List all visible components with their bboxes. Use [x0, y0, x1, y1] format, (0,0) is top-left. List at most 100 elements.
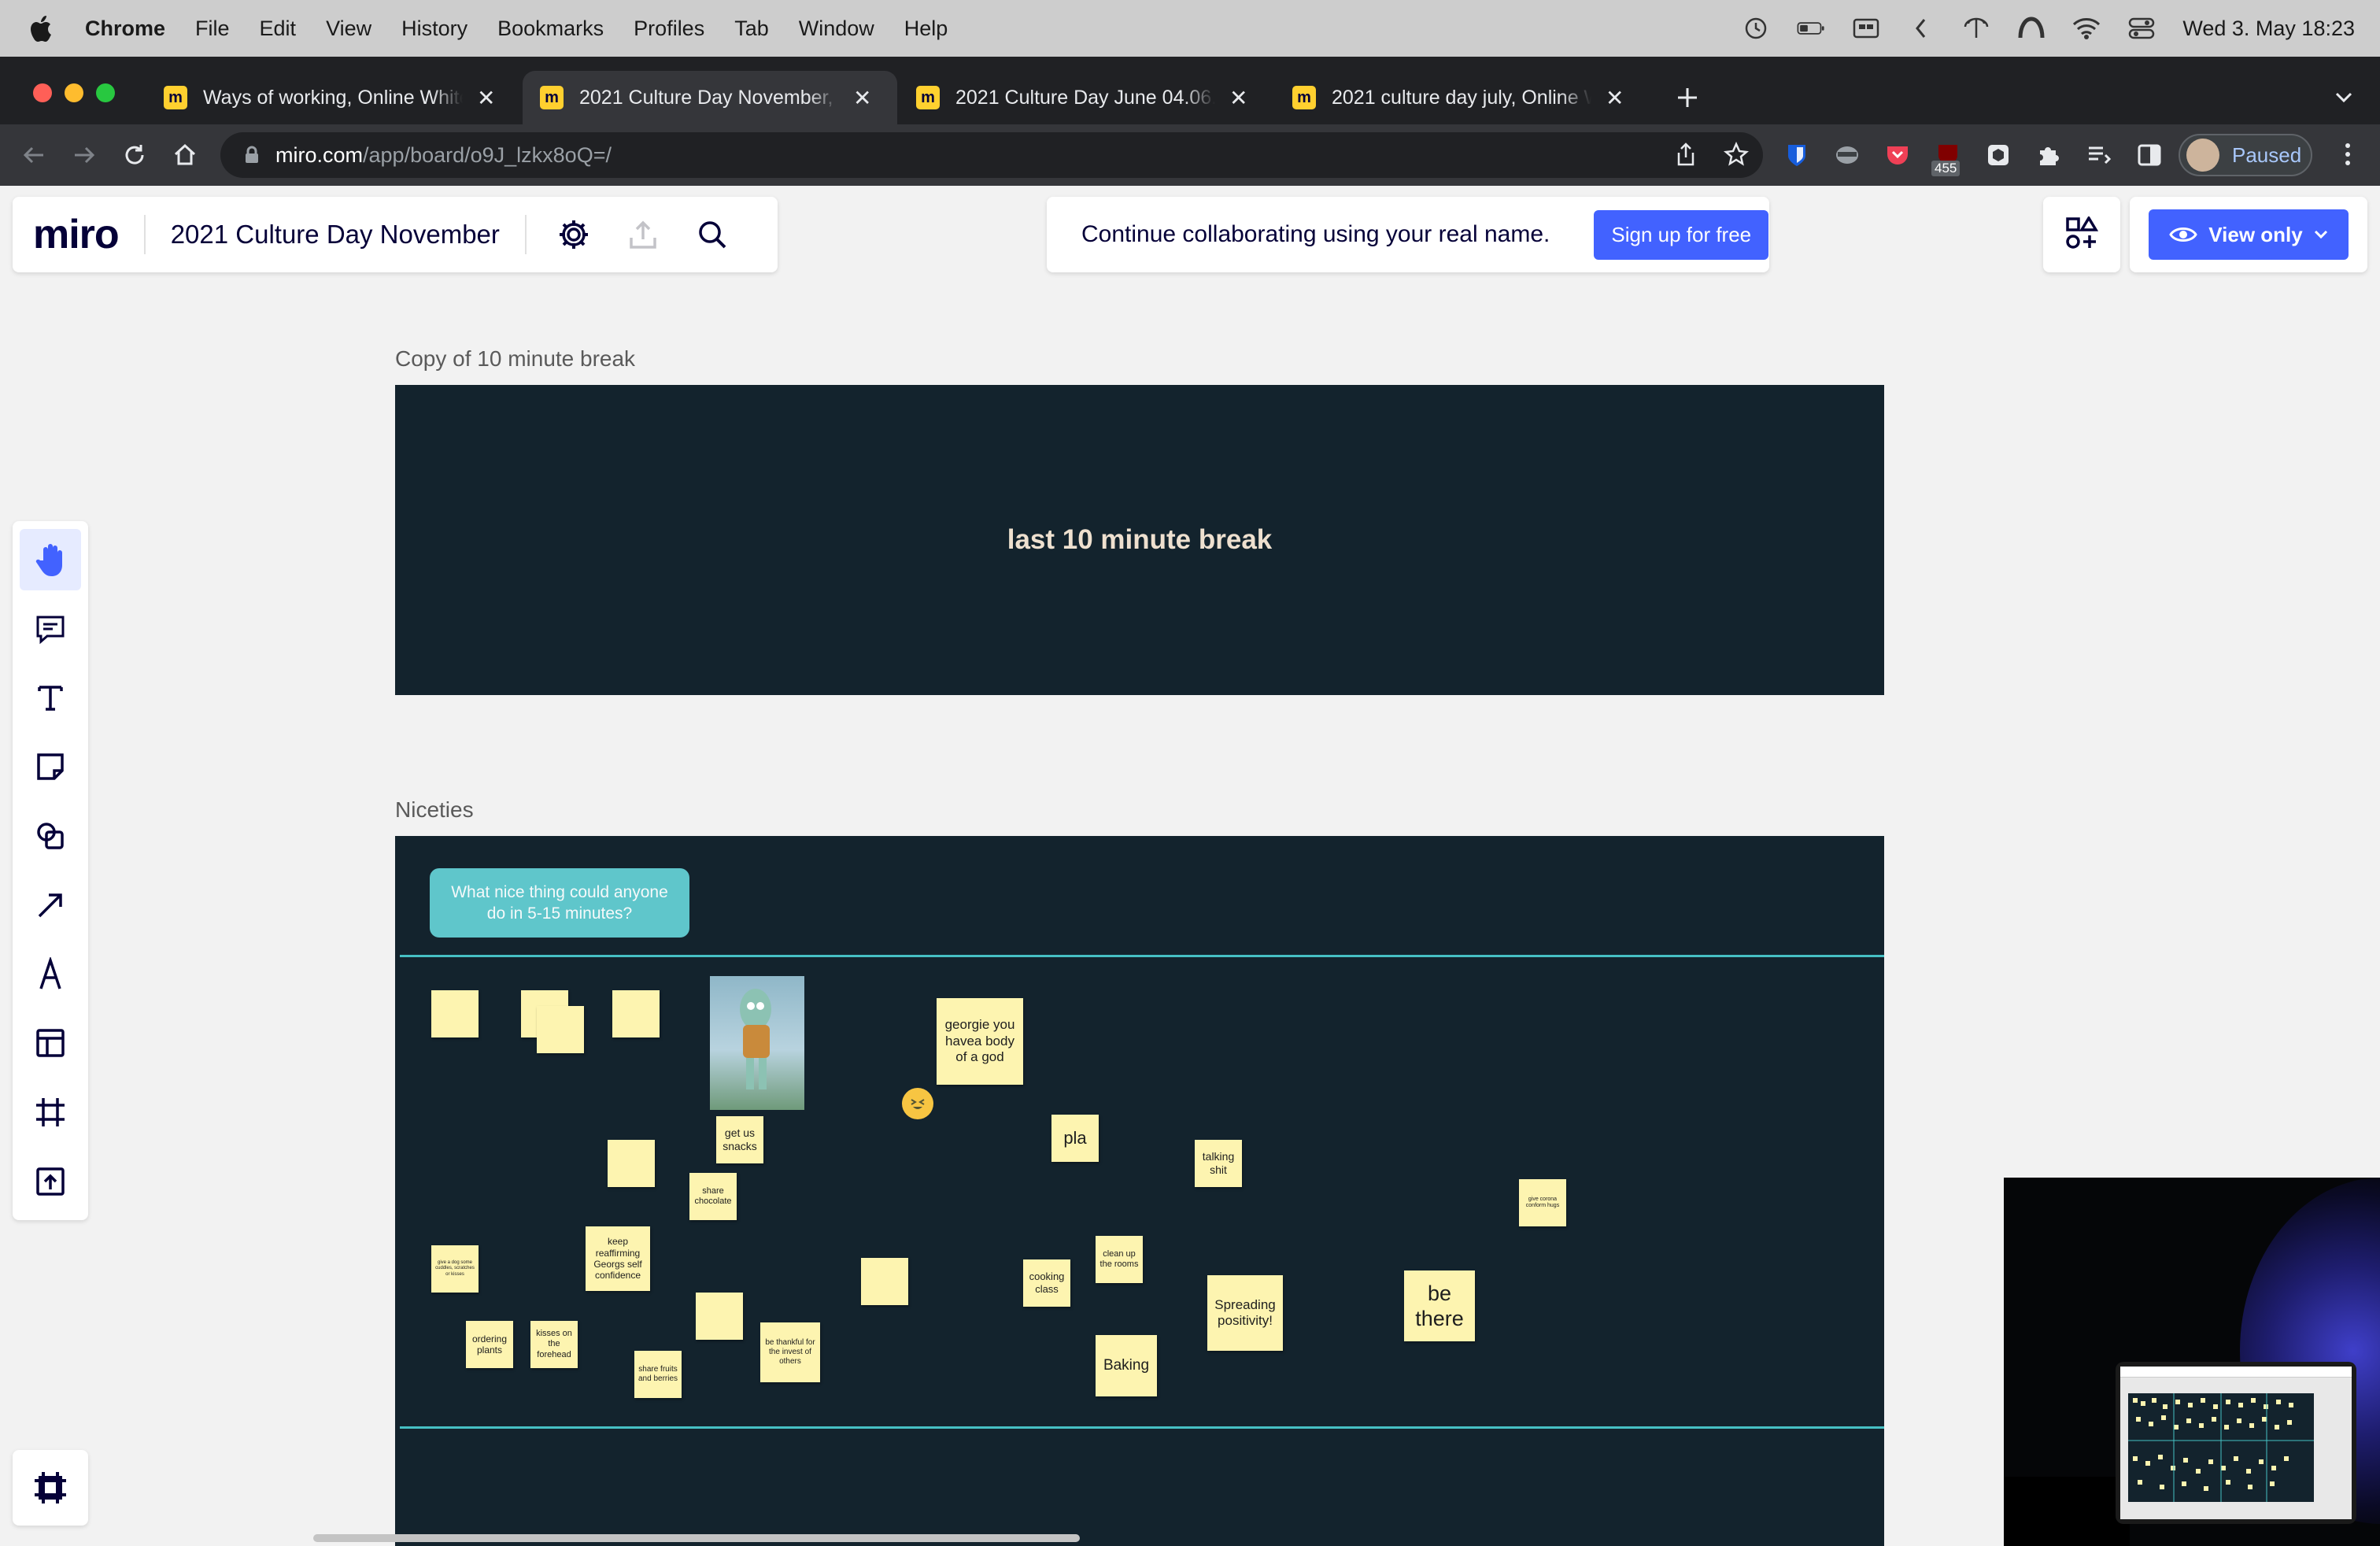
extension-box-icon[interactable]: [1982, 139, 2015, 172]
sticky-note[interactable]: Spreading positivity!: [1207, 1275, 1283, 1351]
sticky-note[interactable]: ordering plants: [466, 1321, 513, 1368]
wifi-icon[interactable]: [2072, 14, 2101, 43]
signup-button[interactable]: Sign up for free: [1594, 209, 1769, 260]
browser-tab-active[interactable]: m 2021 Culture Day November, Online Whit…: [523, 71, 897, 124]
horizontal-scrollbar[interactable]: [313, 1534, 1080, 1542]
frame-break[interactable]: last 10 minute break: [395, 385, 1884, 695]
export-upload-icon[interactable]: [621, 213, 665, 257]
hand-tool-icon[interactable]: [20, 529, 81, 590]
profile-button[interactable]: Paused: [2179, 134, 2312, 176]
browser-tab[interactable]: m Ways of working, Online Whiteboard ✕: [146, 71, 521, 124]
sticky-note[interactable]: talking shit: [1195, 1140, 1242, 1187]
view-only-button[interactable]: View only: [2149, 209, 2349, 260]
privacy-badger-icon[interactable]: [1831, 139, 1864, 172]
apps-shapes-plus-icon[interactable]: [2065, 215, 2099, 253]
control-center-icon[interactable]: [2127, 14, 2156, 43]
arrow-line-tool-icon[interactable]: [20, 875, 81, 936]
browser-tab[interactable]: m 2021 Culture Day June 04.06.21 ✕: [899, 71, 1273, 124]
apple-icon[interactable]: [28, 13, 55, 43]
ublock-icon[interactable]: 455: [1931, 139, 1964, 176]
miro-logo[interactable]: miro: [33, 211, 120, 258]
sticky-note[interactable]: share fruits and berries: [634, 1351, 682, 1398]
side-panel-icon[interactable]: [2133, 139, 2166, 172]
sticky-note-empty[interactable]: [537, 1006, 584, 1053]
sticky-note[interactable]: give a dog some cuddles, scratches or ki…: [431, 1245, 479, 1293]
comment-tool-icon[interactable]: [20, 598, 81, 660]
sticky-note[interactable]: clean up the rooms: [1096, 1236, 1143, 1283]
close-tab-icon[interactable]: ✕: [853, 85, 871, 111]
settings-gear-icon[interactable]: [552, 213, 596, 257]
menu-app-name[interactable]: Chrome: [85, 17, 165, 41]
squidward-meme-image[interactable]: [710, 976, 804, 1110]
sticky-note-tool-icon[interactable]: [20, 736, 81, 797]
menu-tab[interactable]: Tab: [734, 17, 769, 41]
sticky-note-empty[interactable]: [608, 1140, 655, 1187]
tab-search-chevron-down-icon[interactable]: [2330, 83, 2358, 112]
frame-title[interactable]: Niceties: [395, 797, 474, 823]
menu-file[interactable]: File: [195, 17, 230, 41]
menu-view[interactable]: View: [326, 17, 371, 41]
menu-history[interactable]: History: [401, 17, 468, 41]
pocket-icon[interactable]: [1881, 139, 1914, 172]
frame-title[interactable]: Copy of 10 minute break: [395, 346, 635, 372]
laughing-emoji-icon[interactable]: [902, 1088, 933, 1119]
sticky-note[interactable]: pla: [1051, 1115, 1099, 1162]
arc-icon[interactable]: [2017, 14, 2046, 43]
time-machine-icon[interactable]: [1742, 14, 1770, 43]
back-arrow-icon[interactable]: [16, 137, 52, 173]
bookmark-star-icon[interactable]: [1720, 139, 1752, 170]
sticky-note[interactable]: get us snacks: [716, 1116, 763, 1163]
close-tab-icon[interactable]: ✕: [1229, 85, 1247, 111]
battery-icon[interactable]: [1797, 14, 1825, 43]
pen-tool-icon[interactable]: [20, 944, 81, 1005]
board-name[interactable]: 2021 Culture Day November: [171, 220, 500, 250]
menu-help[interactable]: Help: [904, 17, 948, 41]
clock[interactable]: Wed 3. May 18:23: [2182, 17, 2355, 41]
reload-icon[interactable]: [116, 137, 153, 173]
frames-panel-button[interactable]: [13, 1450, 88, 1526]
shapes-tool-icon[interactable]: [20, 805, 81, 867]
search-icon[interactable]: [690, 213, 734, 257]
browser-tab[interactable]: m 2021 culture day july, Online Whiteboa…: [1275, 71, 1650, 124]
sticky-note-empty[interactable]: [696, 1293, 743, 1340]
sticky-note[interactable]: be thankful for the invest of others: [760, 1322, 820, 1382]
sticky-note-empty[interactable]: [431, 990, 479, 1037]
share-icon[interactable]: [1670, 139, 1702, 170]
sticky-note[interactable]: give corona conform hugs: [1519, 1179, 1566, 1226]
menu-profiles[interactable]: Profiles: [634, 17, 704, 41]
templates-tool-icon[interactable]: [20, 1013, 81, 1074]
chevron-left-icon[interactable]: [1907, 14, 1935, 43]
frame-niceties[interactable]: [395, 836, 1884, 1546]
new-tab-plus-icon[interactable]: [1672, 82, 1703, 113]
close-tab-icon[interactable]: ✕: [477, 85, 495, 111]
menu-window[interactable]: Window: [799, 17, 874, 41]
bitwarden-shield-icon[interactable]: [1780, 139, 1813, 172]
sticky-note[interactable]: share chocolate: [689, 1173, 737, 1220]
sticky-note[interactable]: be there: [1404, 1270, 1475, 1341]
menu-bookmarks[interactable]: Bookmarks: [497, 17, 604, 41]
text-tool-icon[interactable]: [20, 668, 81, 729]
reading-list-icon[interactable]: [2082, 139, 2116, 172]
more-vertical-icon[interactable]: [2336, 139, 2360, 170]
sticky-note[interactable]: kisses on the forehead: [530, 1321, 578, 1368]
lock-icon[interactable]: [244, 146, 260, 165]
maximize-window-button[interactable]: [96, 83, 115, 102]
forward-arrow-icon[interactable]: [66, 137, 102, 173]
sticky-note-empty[interactable]: [861, 1258, 908, 1305]
menu-edit[interactable]: Edit: [260, 17, 297, 41]
sticky-note[interactable]: georgie you havea body of a god: [937, 998, 1023, 1085]
sticky-note[interactable]: keep reaffirming Georgs self confidence: [586, 1226, 650, 1291]
minimize-window-button[interactable]: [65, 83, 83, 102]
upload-tool-icon[interactable]: [20, 1151, 81, 1212]
home-icon[interactable]: [167, 137, 203, 173]
sticky-note[interactable]: cooking class: [1023, 1259, 1070, 1307]
display-icon[interactable]: [1852, 14, 1880, 43]
frame-tool-icon[interactable]: [20, 1082, 81, 1143]
sticky-note-empty[interactable]: [612, 990, 660, 1037]
question-card[interactable]: What nice thing could anyone do in 5-15 …: [430, 868, 689, 938]
airdrop-icon[interactable]: [1962, 14, 1990, 43]
extensions-puzzle-icon[interactable]: [2032, 139, 2065, 172]
close-tab-icon[interactable]: ✕: [1606, 85, 1624, 111]
close-window-button[interactable]: [33, 83, 52, 102]
sticky-note[interactable]: Baking: [1096, 1335, 1157, 1396]
